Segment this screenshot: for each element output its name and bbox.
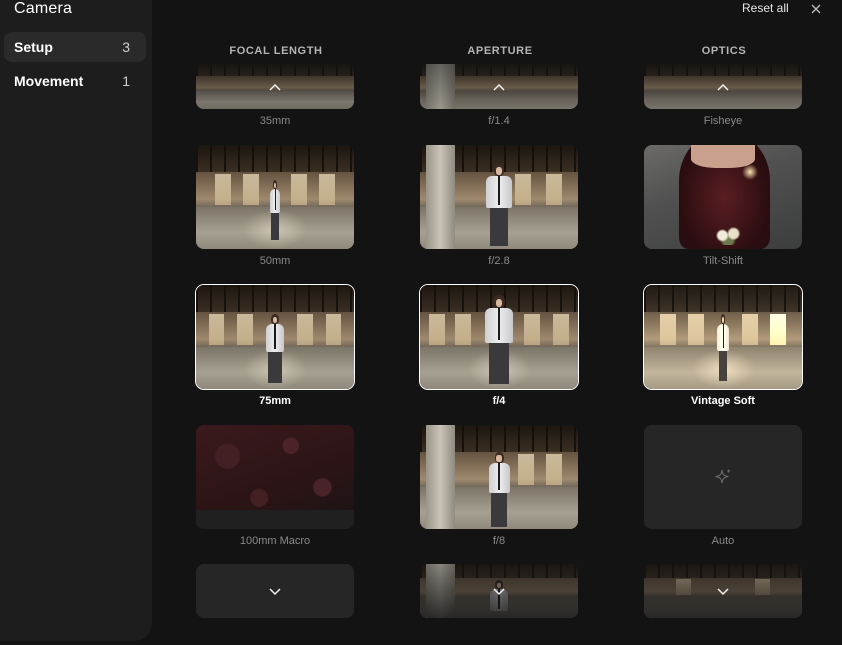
option-label-vintage-soft: Vintage Soft [691,395,755,407]
chevron-up-icon [717,83,729,91]
scroll-up-optics[interactable] [644,64,802,109]
option-label-f2-8: f/2.8 [488,255,510,267]
option-label-75mm: 75mm [259,395,291,407]
option-label-tilt-shift: Tilt-Shift [703,255,743,267]
reset-all-button[interactable]: Reset all [742,1,789,15]
option-label-f8: f/8 [492,535,506,547]
scroll-down-focal-length[interactable] [196,564,354,618]
option-f2-8[interactable] [420,145,578,249]
camera-panel: Camera Setup 3 Movement 1 Reset all FOCA… [0,0,842,645]
option-label-35mm: 35mm [259,115,291,127]
option-grid: 35mm f/1.4 Fisheye 50mm f/2.8 Tilt-Shift… [152,64,842,618]
chevron-up-icon [493,83,505,91]
close-icon[interactable] [809,2,823,16]
option-label-50mm: 50mm [259,255,291,267]
chevron-down-icon [493,588,505,596]
option-label-auto: Auto [711,535,735,547]
sidebar-item-setup[interactable]: Setup 3 [4,32,146,62]
column-heading-optics: OPTICS [701,45,747,57]
chevron-down-icon [269,588,281,596]
sparkle-icon [715,469,730,484]
option-50mm[interactable] [196,145,354,249]
sidebar-item-label: Movement [14,73,84,89]
option-vintage-soft[interactable] [643,284,803,390]
column-heading-aperture: APERTURE [467,45,533,57]
option-label-f4: f/4 [492,395,506,407]
chevron-down-icon [717,588,729,596]
sidebar-item-count: 1 [122,73,130,89]
sidebar-title: Camera [14,0,73,17]
scroll-up-aperture[interactable] [420,64,578,109]
option-label-100mm-macro: 100mm Macro [239,535,311,547]
option-f8[interactable] [420,425,578,529]
option-f4[interactable] [419,284,579,390]
option-label-fisheye: Fisheye [703,115,743,127]
column-heading-focal-length: FOCAL LENGTH [229,45,323,57]
sidebar: Camera Setup 3 Movement 1 [0,0,152,641]
scroll-down-optics[interactable] [644,564,802,618]
option-75mm[interactable] [195,284,355,390]
sidebar-item-movement[interactable]: Movement 1 [4,66,146,96]
option-label-f1-4: f/1.4 [488,115,510,127]
sidebar-item-count: 3 [122,39,130,55]
option-100mm-macro[interactable] [196,425,354,529]
scroll-down-aperture[interactable] [420,564,578,618]
option-tilt-shift[interactable] [644,145,802,249]
chevron-up-icon [269,83,281,91]
option-auto[interactable] [644,425,802,529]
sidebar-item-label: Setup [14,39,53,55]
scroll-up-focal-length[interactable] [196,64,354,109]
